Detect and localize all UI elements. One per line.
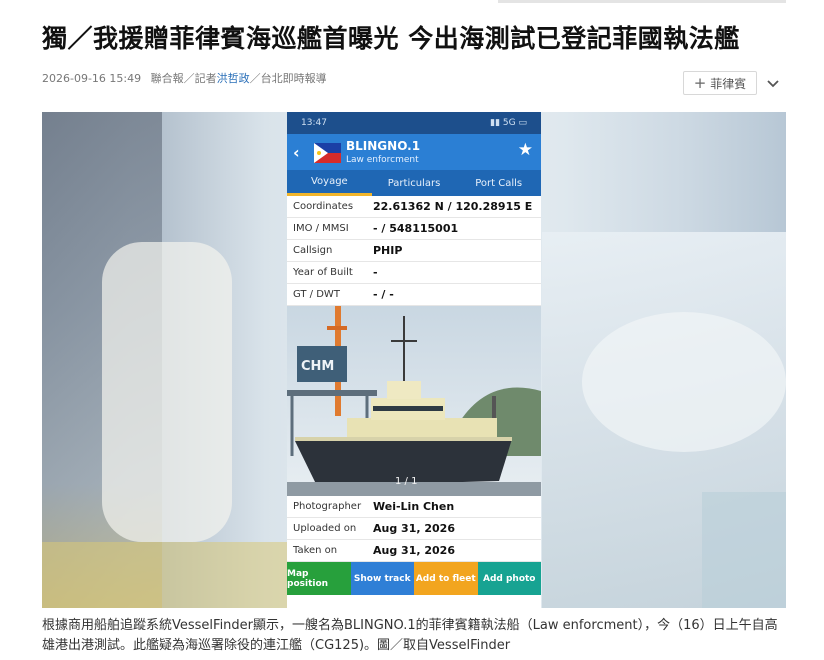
tag-label: 菲律賓 <box>710 76 747 91</box>
phone-status-bar: 13:47 ▮▮ 5G ▭ <box>287 112 541 134</box>
vessel-fields: Coordinates 22.61362 N / 120.28915 E IMO… <box>287 196 541 306</box>
field-row: Coordinates 22.61362 N / 120.28915 E <box>287 196 541 218</box>
field-value: 22.61362 N / 120.28915 E <box>373 200 533 213</box>
plus-icon: + <box>693 73 707 92</box>
follow-tag-button[interactable]: + 菲律賓 <box>683 71 757 95</box>
field-value: Aug 31, 2026 <box>373 522 455 535</box>
field-label: Year of Built <box>293 267 353 278</box>
field-label: Callsign <box>293 245 333 256</box>
article-photo: 13:47 ▮▮ 5G ▭ ‹ BLINGNO.1 Law enforcment… <box>42 112 786 608</box>
top-divider-bar <box>498 0 786 3</box>
phone-screenshot: 13:47 ▮▮ 5G ▭ ‹ BLINGNO.1 Law enforcment… <box>287 112 541 608</box>
byline-source: 聯合報／記者 <box>150 72 217 85</box>
field-label: Uploaded on <box>293 523 357 534</box>
field-label: GT / DWT <box>293 289 340 300</box>
field-value: PHIP <box>373 244 403 257</box>
field-value: - <box>373 266 378 279</box>
field-row: IMO / MMSI - / 548115001 <box>287 218 541 240</box>
back-arrow-icon[interactable]: ‹ <box>293 143 300 162</box>
photo-blur-left-bottom <box>42 542 287 608</box>
photo-blur-right-highlight <box>582 312 786 452</box>
photo-field-row: Uploaded on Aug 31, 2026 <box>287 518 541 540</box>
add-to-fleet-button[interactable]: Add to fleet <box>414 562 478 595</box>
vessel-name: BLINGNO.1 <box>346 139 421 153</box>
show-track-button[interactable]: Show track <box>350 562 414 595</box>
action-bar: Map position Show track Add to fleet Add… <box>287 562 541 595</box>
field-row: Callsign PHIP <box>287 240 541 262</box>
philippines-flag-icon <box>314 143 341 163</box>
photo-fields: Photographer Wei-Lin Chen Uploaded on Au… <box>287 496 541 562</box>
photo-blur-left-highlight <box>102 242 232 542</box>
ship-illustration: CHM 1 / 1 <box>287 306 541 496</box>
photo-caption: 根據商用船舶追蹤系統VesselFinder顯示，一艘名為BLINGNO.1的菲… <box>42 618 778 653</box>
crane-lettering: CHM <box>301 359 334 374</box>
field-value: - / 548115001 <box>373 222 459 235</box>
article-byline: 2026-09-16 15:49 聯合報／記者洪哲政／台北即時報導 <box>42 70 327 86</box>
field-value: Wei-Lin Chen <box>373 500 455 513</box>
reporter-link[interactable]: 洪哲政 <box>217 72 250 85</box>
vessel-photo[interactable]: CHM 1 / 1 <box>287 306 541 496</box>
field-label: Photographer <box>293 501 362 512</box>
star-icon[interactable]: ★ <box>518 140 533 160</box>
tab-particulars[interactable]: Particulars <box>372 170 457 196</box>
field-label: IMO / MMSI <box>293 223 349 234</box>
photo-field-row: Photographer Wei-Lin Chen <box>287 496 541 518</box>
map-position-button[interactable]: Map position <box>287 562 351 595</box>
article-headline: 獨／我援贈菲律賓海巡艦首曝光 今出海測試已登記菲國執法艦 <box>42 24 740 53</box>
tab-voyage[interactable]: Voyage <box>287 170 372 196</box>
vessel-header: ‹ BLINGNO.1 Law enforcment ★ <box>287 134 541 170</box>
photo-blur-right-bottom <box>702 492 786 608</box>
field-row: Year of Built - <box>287 262 541 284</box>
field-value: - / - <box>373 288 394 301</box>
publish-date: 2026-09-16 15:49 <box>42 72 142 85</box>
tab-port-calls[interactable]: Port Calls <box>456 170 541 196</box>
status-icons: ▮▮ 5G ▭ <box>490 118 527 128</box>
field-row: GT / DWT - / - <box>287 284 541 306</box>
photo-field-row: Taken on Aug 31, 2026 <box>287 540 541 562</box>
field-label: Taken on <box>293 545 338 556</box>
field-value: Aug 31, 2026 <box>373 544 455 557</box>
chevron-down-icon[interactable] <box>764 75 782 93</box>
status-time: 13:47 <box>301 118 327 128</box>
photo-counter: 1 / 1 <box>395 476 417 487</box>
add-photo-button[interactable]: Add photo <box>477 562 541 595</box>
field-label: Coordinates <box>293 201 354 212</box>
vessel-type: Law enforcment <box>346 155 419 165</box>
byline-location: ／台北即時報導 <box>249 72 327 85</box>
vessel-tabs: Voyage Particulars Port Calls <box>287 170 541 196</box>
